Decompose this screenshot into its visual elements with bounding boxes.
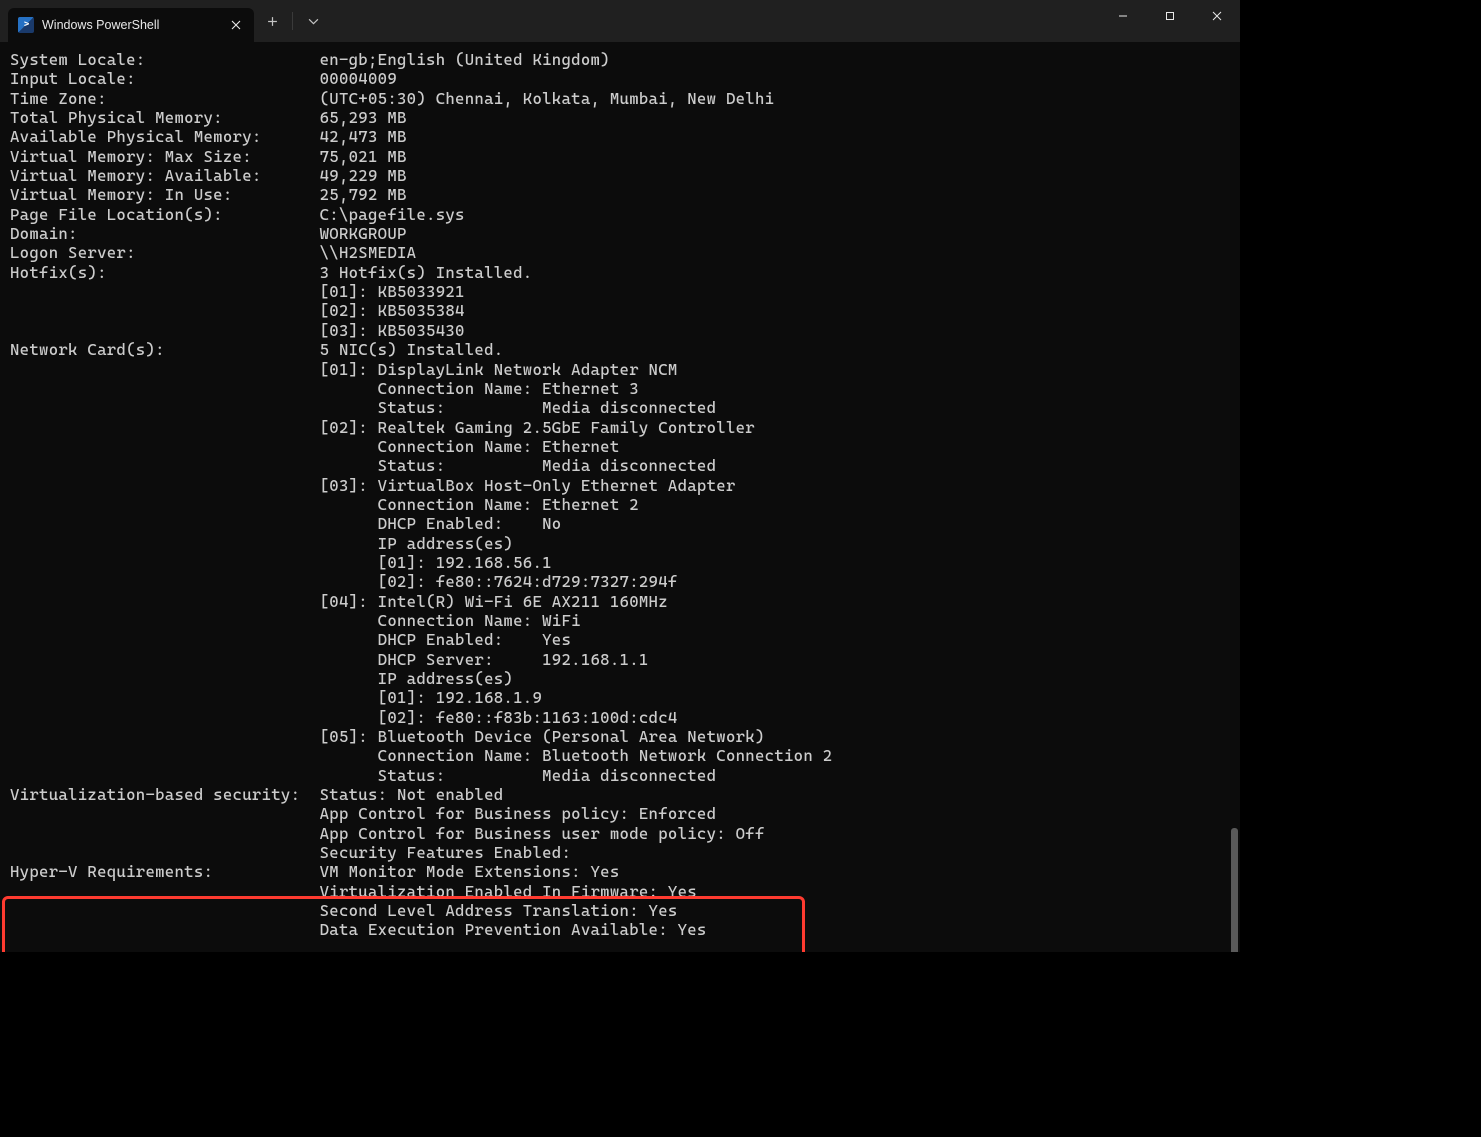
new-tab-button[interactable]	[254, 5, 290, 37]
terminal-viewport[interactable]: System Locale: en-gb;English (United Kin…	[0, 42, 1240, 952]
maximize-button[interactable]	[1146, 0, 1193, 32]
scrollbar-thumb[interactable]	[1231, 828, 1238, 952]
plus-icon	[267, 16, 278, 27]
terminal-output: System Locale: en-gb;English (United Kin…	[0, 42, 1240, 948]
tabbar-controls	[254, 0, 331, 42]
titlebar[interactable]: Windows PowerShell	[0, 0, 1240, 42]
minimize-button[interactable]	[1099, 0, 1146, 32]
minimize-icon	[1118, 11, 1128, 21]
chevron-down-icon	[308, 16, 319, 27]
tab-powershell[interactable]: Windows PowerShell	[8, 8, 254, 42]
powershell-icon	[18, 17, 34, 33]
tab-separator	[292, 12, 293, 30]
window-controls	[1099, 0, 1240, 32]
tab-dropdown-button[interactable]	[295, 5, 331, 37]
close-window-button[interactable]	[1193, 0, 1240, 32]
close-icon	[231, 20, 241, 30]
terminal-window: Windows PowerShell	[0, 0, 1240, 952]
tab-title: Windows PowerShell	[42, 18, 220, 32]
close-icon	[1212, 11, 1222, 21]
maximize-icon	[1165, 11, 1175, 21]
tab-close-button[interactable]	[228, 17, 244, 33]
